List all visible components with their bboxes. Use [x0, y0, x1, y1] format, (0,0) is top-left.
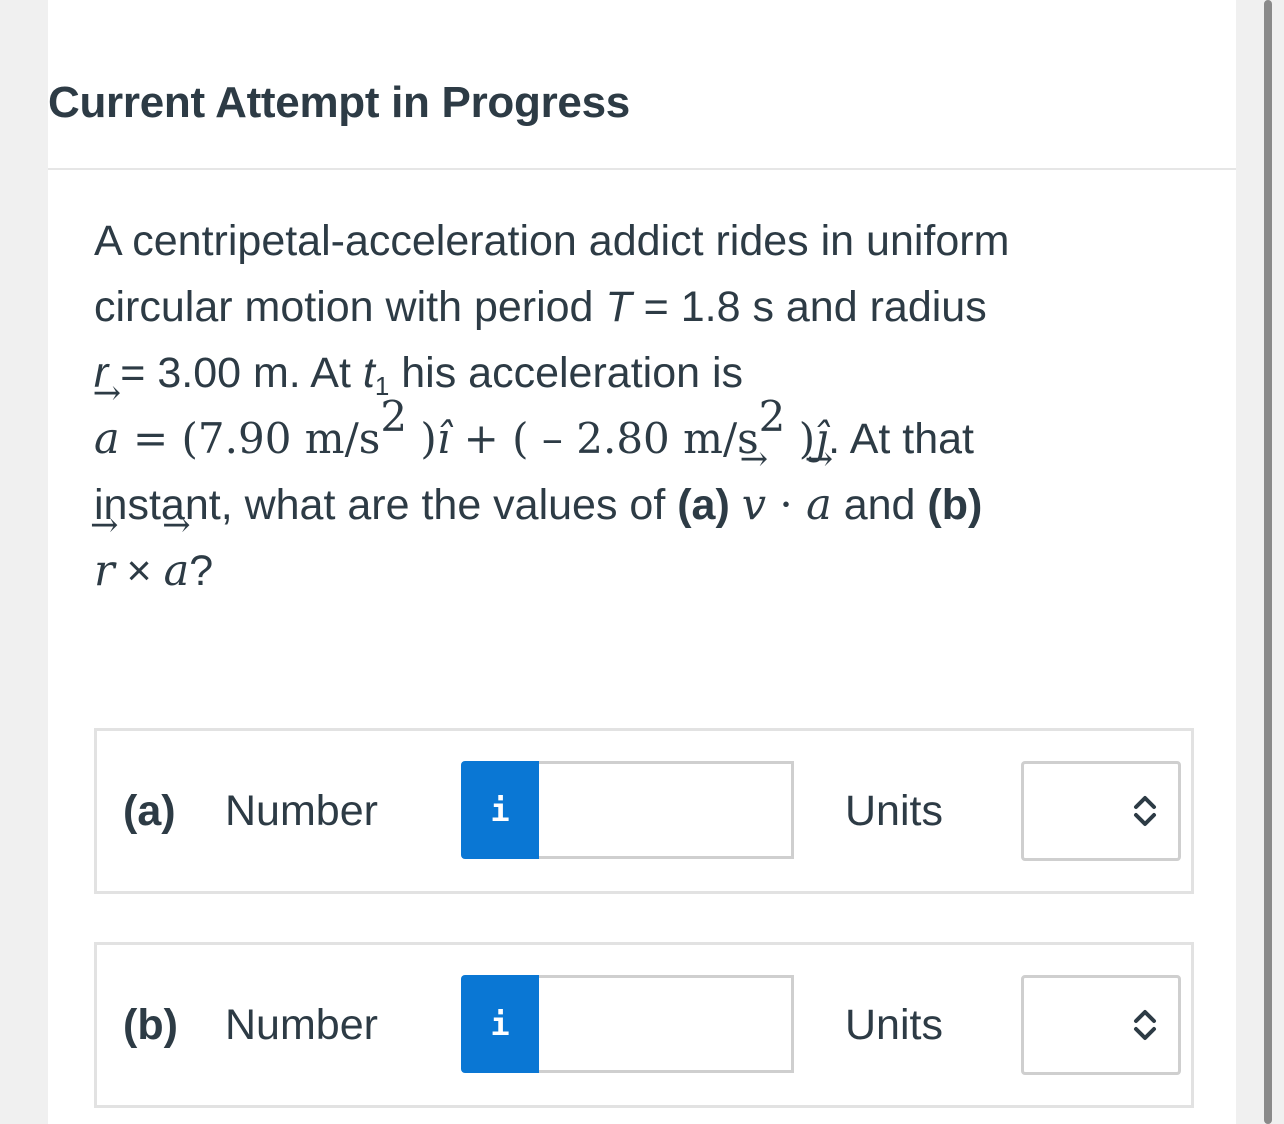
question-line-5: instant, what are the values of (a) → v ·… [94, 439, 1194, 538]
chevron-up-down-icon [1134, 1010, 1156, 1040]
answer-row-a: (a) Number i Units [94, 728, 1194, 894]
vector-r: → r [90, 505, 119, 596]
vector-v: → v [739, 439, 769, 530]
answer-row-b: (b) Number i Units [94, 942, 1194, 1108]
vector-a: → a [804, 439, 834, 530]
units-select[interactable] [1021, 975, 1181, 1075]
answer-part-label: (b) [123, 1001, 178, 1049]
number-label: Number [225, 787, 378, 835]
answer-part-label: (a) [123, 787, 176, 835]
question-card: Current Attempt in Progress A centripeta… [48, 0, 1236, 1124]
info-button[interactable]: i [461, 975, 539, 1073]
number-input[interactable] [539, 975, 794, 1073]
question-line-3: r = 3.00 m. At t1 his acceleration is [94, 349, 744, 401]
info-button[interactable]: i [461, 761, 539, 859]
units-select[interactable] [1021, 761, 1181, 861]
vector-a: → a [92, 373, 122, 464]
chevron-up-down-icon [1134, 796, 1156, 826]
info-icon: i [490, 1005, 510, 1043]
vector-a: → a [162, 505, 191, 596]
attempt-heading: Current Attempt in Progress [48, 78, 630, 127]
question-text: A centripetal-acceleration addict rides … [90, 208, 1194, 604]
info-icon: i [490, 791, 510, 829]
question-line-1: A centripetal-acceleration addict rides … [94, 217, 1010, 265]
number-label: Number [225, 1001, 378, 1049]
units-label: Units [845, 1001, 943, 1049]
units-label: Units [845, 787, 943, 835]
divider [48, 168, 1236, 170]
question-line-6: → r × → a? [90, 505, 1194, 604]
question-line-2: circular motion with period T = 1.8 s an… [94, 283, 987, 331]
number-input[interactable] [539, 761, 794, 859]
acceleration-equation: → a = (7.90 m/s2 )î + ( – 2.80 m/s2 )ĵ. A… [92, 373, 1194, 472]
scrollbar[interactable] [1264, 0, 1272, 1124]
